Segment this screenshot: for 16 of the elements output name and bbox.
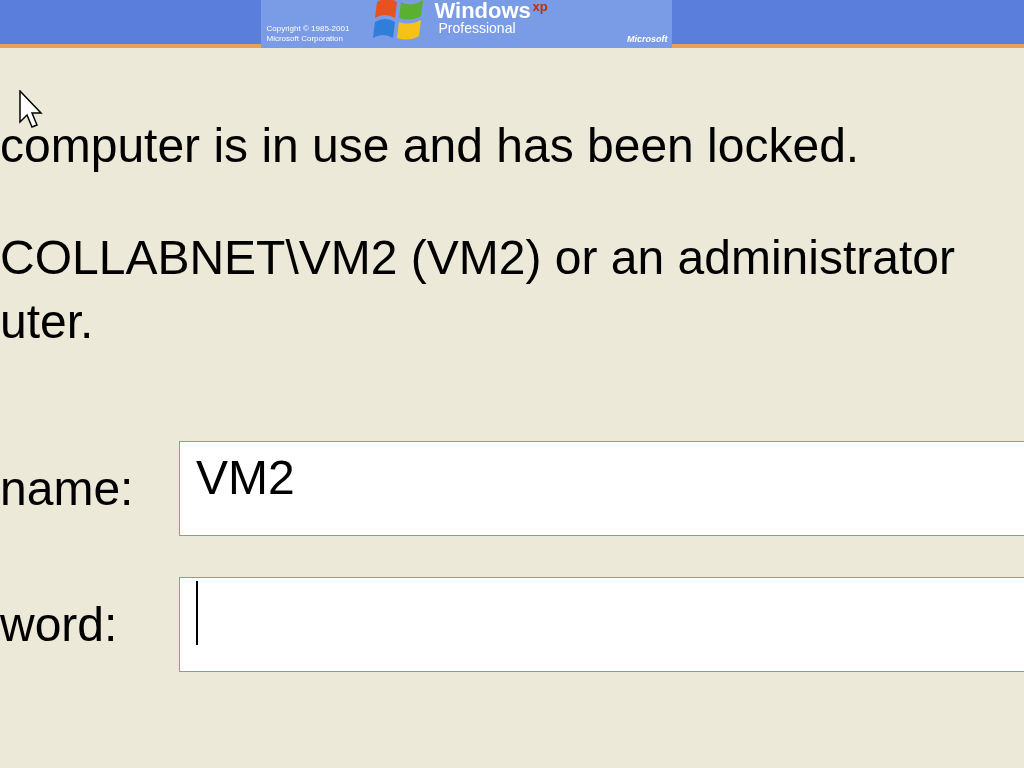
text-caret — [196, 581, 198, 645]
field-value: VM2 — [196, 454, 295, 502]
edition-mark: xp — [532, 0, 548, 13]
edition-text: Professional — [438, 21, 516, 35]
message-text: computer is in use and has been locked. — [0, 118, 861, 174]
message-text: uter. — [0, 294, 95, 350]
field-label: name: — [0, 460, 135, 517]
company-text: Microsoft Corporation — [266, 34, 344, 44]
field-label: word: — [0, 596, 119, 653]
mouse-pointer-icon — [19, 90, 43, 130]
brand-text: Microsoft — [627, 35, 668, 44]
text-field[interactable]: VM2 — [179, 441, 1024, 536]
product-title: Windows — [434, 0, 531, 22]
copyright-text: Copyright © 1985-2001 — [266, 24, 350, 34]
text-field[interactable] — [179, 577, 1024, 672]
message-text: COLLABNET\VM2 (VM2) or an administrator — [0, 230, 956, 286]
